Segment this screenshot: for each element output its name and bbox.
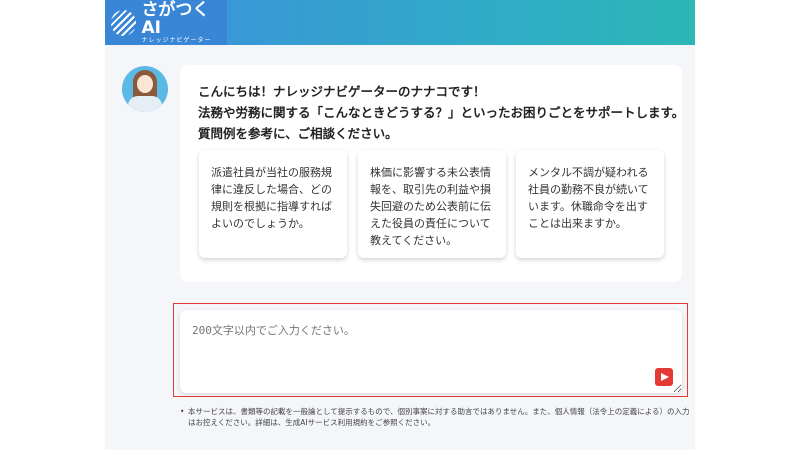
- send-icon: [661, 373, 669, 381]
- greeting-line: こんにちは！ナレッジナビゲーターのナナコです！: [198, 84, 486, 99]
- example-question-card[interactable]: 株価に影響する未公表情報を、取引先の利益や損失回避のため公表前に伝えた役員の責任…: [358, 150, 506, 258]
- logo-icon: [111, 9, 137, 36]
- greeting-line: 法務や労務に関する「こんなときどうする？」といったお困りごとをサポートします。: [198, 105, 685, 120]
- disclaimer: 本サービスは、書類等の記載を一般論として提示するもので、個別事案に対する助言では…: [180, 406, 690, 428]
- logo-subtitle: ナレッジナビゲーター: [141, 36, 212, 44]
- send-button[interactable]: [655, 368, 673, 386]
- header: さがつくAI ナレッジナビゲーター: [105, 0, 695, 45]
- assistant-avatar: [122, 66, 168, 112]
- example-question-card[interactable]: 派遣社員が当社の服務規律に違反した場合、どの規則を根拠に指導すればよいのでしょう…: [199, 150, 347, 258]
- example-question-card[interactable]: メンタル不調が疑われる社員の勤務不良が続いています。休職命令を出すことは出来ます…: [516, 150, 664, 258]
- logo[interactable]: さがつくAI ナレッジナビゲーター: [105, 0, 227, 45]
- greeting-line: 質問例を参考に、ご相談ください。: [198, 126, 398, 141]
- question-input[interactable]: [180, 310, 682, 393]
- logo-title: さがつくAI: [141, 0, 210, 38]
